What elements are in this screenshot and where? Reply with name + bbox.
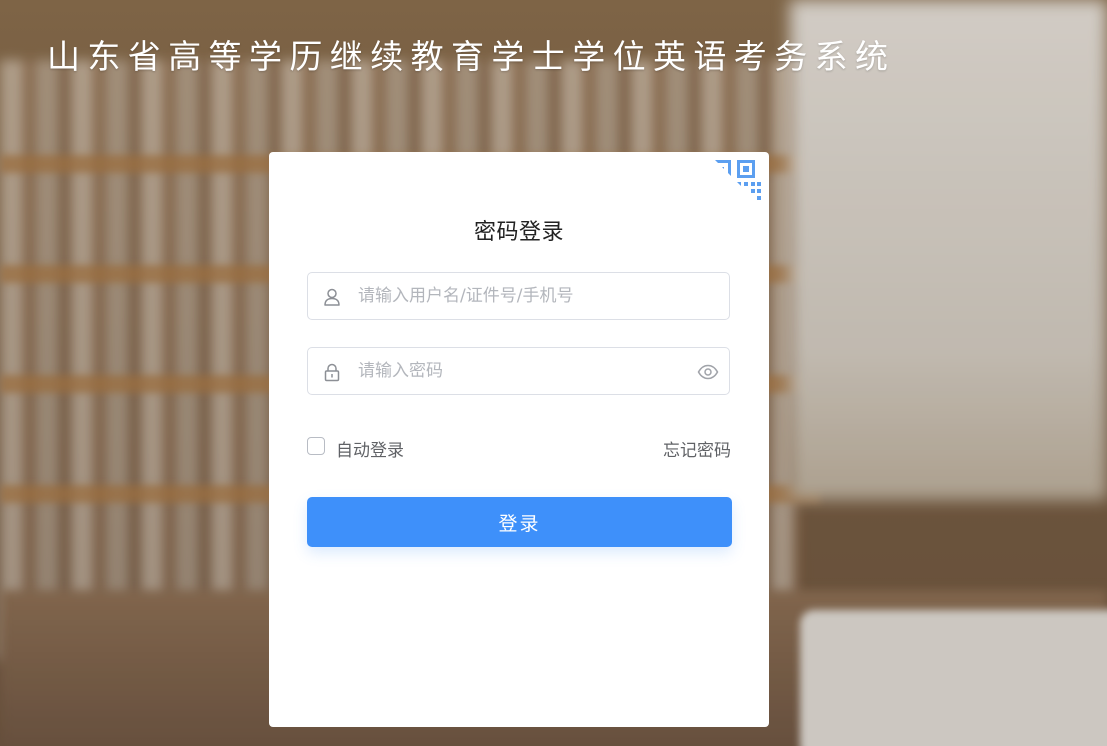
login-options: 自动登录 忘记密码 [307,436,731,461]
qrcode-icon [713,158,763,208]
auto-login-label[interactable]: 自动登录 [336,436,404,461]
forgot-password-link[interactable]: 忘记密码 [663,436,731,461]
login-title: 密码登录 [473,220,564,245]
lock-icon [324,363,340,382]
login-card: 密码登录 自动登录 忘记密码 登录 [269,152,769,727]
eye-icon[interactable] [697,362,719,382]
qr-login-switch[interactable] [709,152,769,212]
auto-login-checkbox[interactable] [307,437,325,455]
username-input[interactable] [358,273,688,319]
password-input[interactable] [358,348,688,394]
password-field[interactable] [307,347,730,395]
site-title: 山东省高等学历继续教育学士学位英语考务系统 [47,37,896,76]
user-icon [324,288,340,306]
login-button[interactable]: 登录 [307,497,732,547]
username-field[interactable] [307,272,730,320]
